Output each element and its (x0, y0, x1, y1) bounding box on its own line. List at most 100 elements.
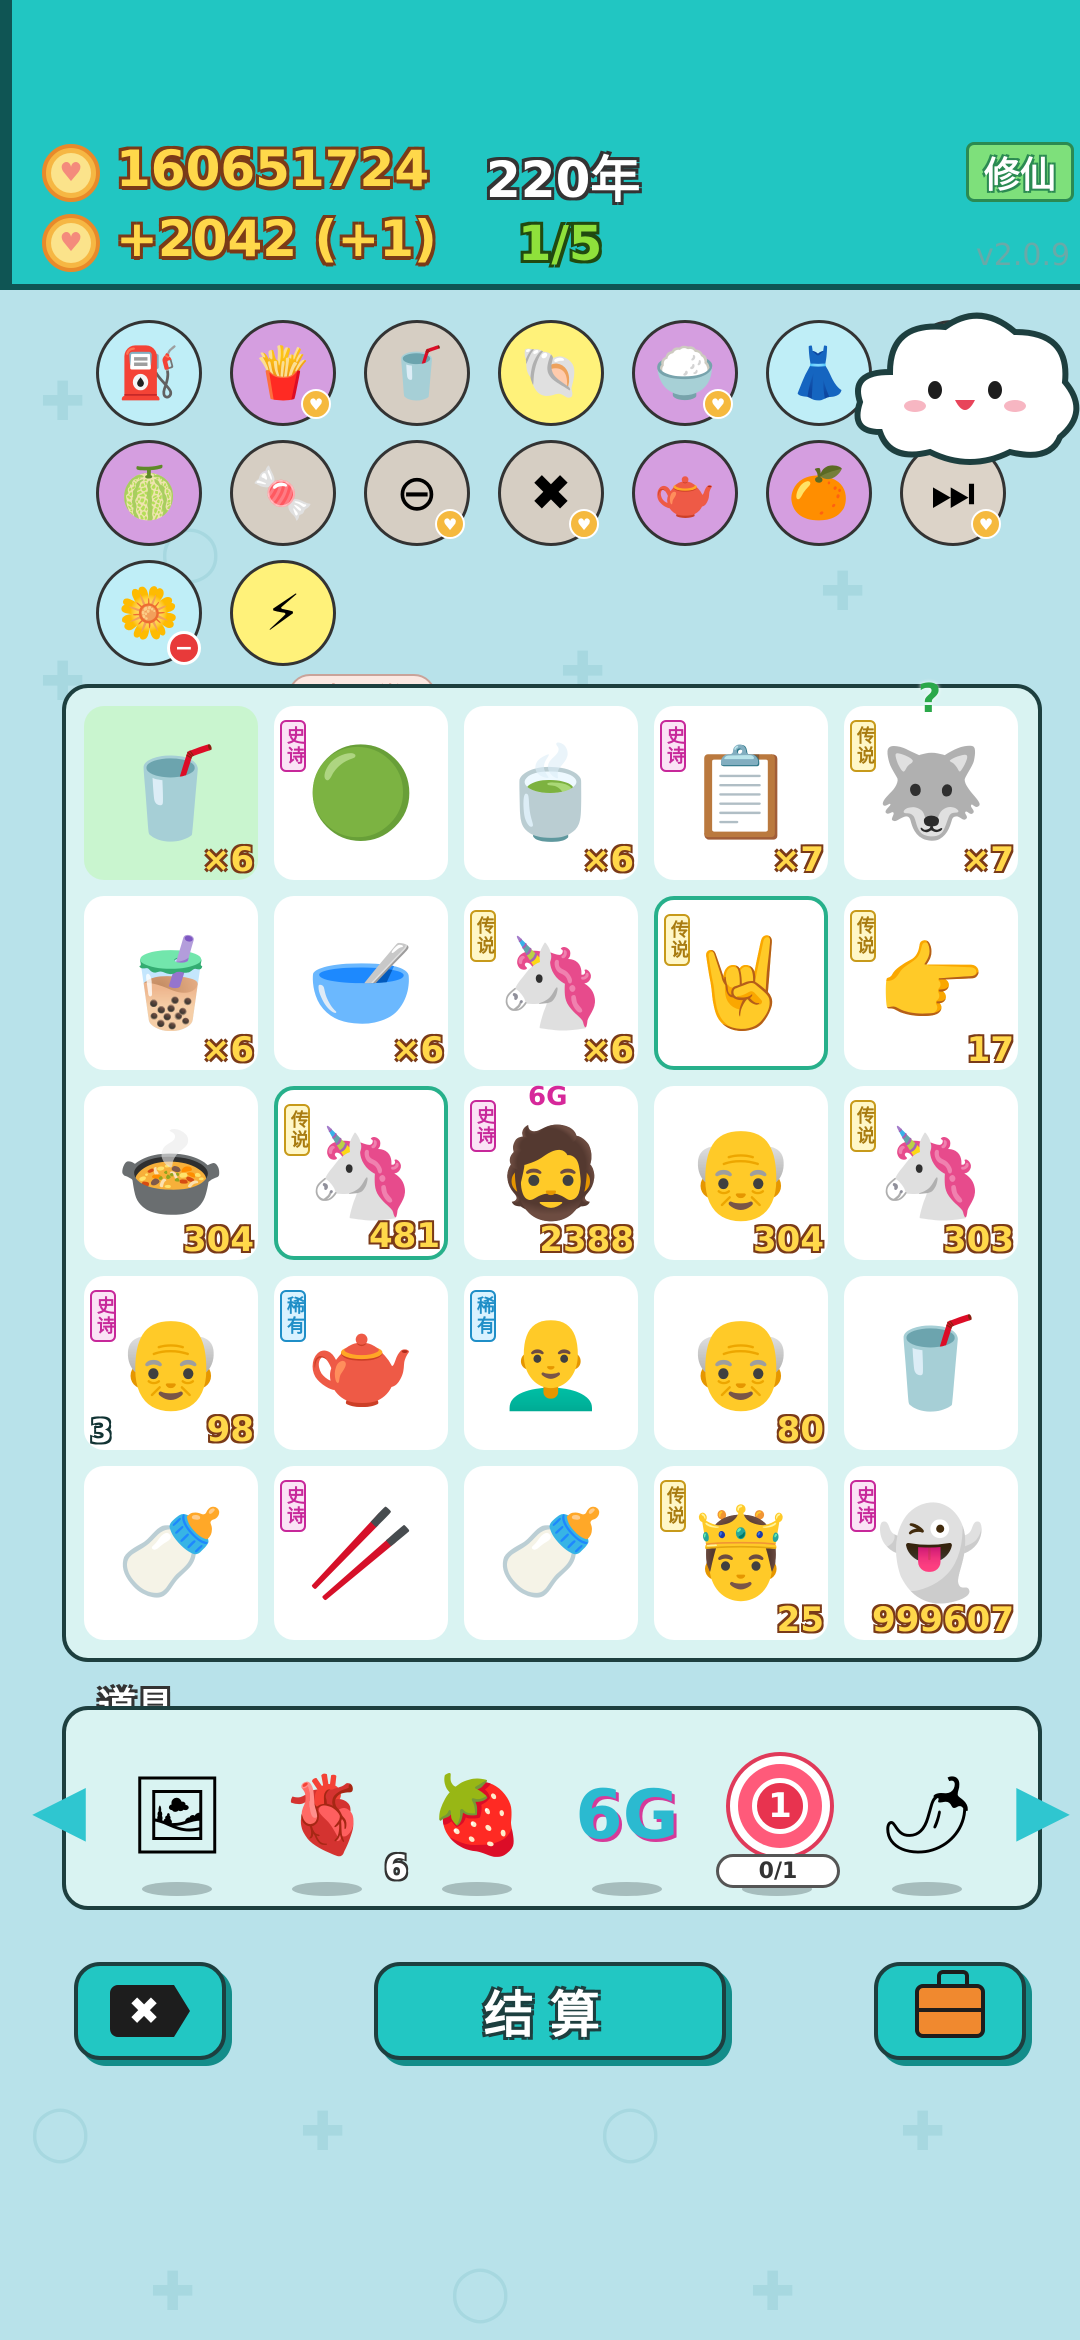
snack-pack-icon[interactable]: 🍬 (230, 440, 336, 546)
strawberry-item[interactable]: 🌶 (872, 1760, 982, 1896)
grid-cell-angry-old-man[interactable]: 👴 史诗 98 3 (84, 1276, 258, 1450)
cancel-button[interactable]: ✖ (74, 1962, 226, 2060)
item-count: 6 (384, 1848, 408, 1888)
xiuxian-button[interactable]: 修仙 (966, 142, 1074, 202)
grid-cell-bearded-man-6g[interactable]: 🧔 史诗 2388 6G (464, 1082, 638, 1260)
sixg-text: 6G (575, 1775, 679, 1855)
items-prev-arrow[interactable]: ◀ (30, 1760, 88, 1858)
heart-badge-icon: ♥ (971, 509, 1001, 539)
6g-item[interactable]: 6G (572, 1760, 682, 1896)
pomelo-icon[interactable]: 🍈 (96, 440, 202, 546)
fries-icon[interactable]: 🍟 ♥ (230, 320, 336, 426)
frame-item[interactable]: 🖼 (122, 1760, 232, 1896)
rarity-tag: 史诗 (280, 1480, 306, 1532)
item-count: ×6 (201, 840, 254, 880)
item-count: 17 (966, 1030, 1014, 1070)
grid-cell-bald-man[interactable]: 👨‍🦲 稀有 (464, 1276, 638, 1450)
grid-cell-ghost[interactable]: 👻 史诗 999607 (844, 1466, 1018, 1640)
grid-cell-unicorn-2[interactable]: 🦄 传说 303 (844, 1086, 1018, 1260)
level-number: 3 (90, 1412, 113, 1450)
grid-cell-empty-bowl[interactable]: 🥣 ×6 (274, 896, 448, 1070)
lychee-item[interactable]: 🍓 (422, 1760, 532, 1896)
milk-tea-large-icon: 🥤 (116, 741, 226, 844)
grid-cell-copy-paste-cards[interactable]: 📋 史诗 ×7 (654, 706, 828, 880)
grid-cell-unicorn[interactable]: 🦄 传说 ×6 (464, 896, 638, 1070)
income-coin-icon: ♥ (42, 214, 100, 272)
pump-icon[interactable]: ⛽ (96, 320, 202, 426)
target-badge[interactable]: 1 (730, 1756, 830, 1856)
settle-label: 结算 (484, 1986, 616, 2044)
bag-button[interactable] (874, 1962, 1026, 2060)
item-count: 481 (369, 1216, 440, 1256)
gravy-boat-icon[interactable]: 🫖 (632, 440, 738, 546)
empty-bowl-icon: 🥣 (306, 931, 416, 1034)
heart-badge-icon: ♥ (703, 389, 733, 419)
grid-cell-teapot[interactable]: 🫖 稀有 (274, 1276, 448, 1450)
grid-cell-green-slime-recycle[interactable]: 🟢 史诗 (274, 706, 448, 880)
tea-bowl-icon: 🍵 (496, 741, 606, 844)
grid-cell-soup-bowl[interactable]: 🍲 304 (84, 1086, 258, 1260)
grid-cell-chopsticks-cup[interactable]: 🥢 史诗 (274, 1466, 448, 1640)
grid-cell-golden-king[interactable]: 🤴 传说 25 (654, 1466, 828, 1640)
item-count: ×7 (771, 840, 824, 880)
rarity-tag: 稀有 (470, 1290, 496, 1342)
old-man-glasses-icon: 👴 (686, 1121, 796, 1224)
item-count: ×7 (961, 840, 1014, 880)
item-shadow (592, 1882, 662, 1896)
grid-cell-milk-bottle[interactable]: 🍼 (84, 1466, 258, 1640)
rarity-tag: 传说 (850, 720, 876, 772)
items-next-arrow[interactable]: ▶ (1014, 1760, 1072, 1858)
item-count: 303 (943, 1220, 1014, 1260)
rarity-tag: 史诗 (280, 720, 306, 772)
angry-old-man-icon: 👴 (116, 1311, 226, 1414)
item-count: ×6 (581, 840, 634, 880)
target-value: 1 (752, 1778, 808, 1834)
cloud-mascot-icon[interactable] (850, 302, 1080, 472)
grid-cell-unicorn-selected[interactable]: 🦄 传说 481 (274, 1086, 448, 1260)
grid-cell-milk-bottle-2[interactable]: 🍼 (464, 1466, 638, 1640)
old-man-2-icon: 👴 (686, 1311, 796, 1414)
bald-man-icon: 👨‍🦲 (496, 1311, 606, 1414)
minus-circle-icon[interactable]: ⊖ ♥ (364, 440, 470, 546)
rarity-tag: 稀有 (280, 1290, 306, 1342)
milk-tea-cup-icon[interactable]: 🥤 (364, 320, 470, 426)
x-tag-icon[interactable]: ✖ ♥ (498, 440, 604, 546)
potted-flower-icon[interactable]: 🌼 − (96, 560, 202, 666)
heart-badge-icon: ♥ (301, 389, 331, 419)
rarity-tag: 史诗 (470, 1100, 496, 1152)
item-count: 25 (776, 1600, 824, 1640)
grid-cell-old-man-2[interactable]: 👴 80 (654, 1276, 828, 1450)
rarity-tag: 传说 (470, 910, 496, 962)
golden-king-icon: 🤴 (686, 1501, 796, 1604)
milk-bottle-2-icon: 🍼 (496, 1501, 606, 1604)
item-shadow (442, 1882, 512, 1896)
grid-cell-milk-tea-cup[interactable]: 🥤 (844, 1276, 1018, 1450)
grid-cell-milk-tea-large[interactable]: 🥤 ×6 (84, 706, 258, 880)
target-progress: 0/1 (716, 1854, 840, 1888)
lightning-icon[interactable]: ⚡ (230, 560, 336, 666)
top-status-bar: ♥ 160651724 ♥ +2042 (+1) 220年 1/5 修仙 v2.… (0, 0, 1080, 290)
husky-king-icon: 🐺 (876, 741, 986, 844)
year-counter: 220年 (486, 151, 641, 209)
grid-cell-tea-bowl[interactable]: 🍵 ×6 (464, 706, 638, 880)
settle-button[interactable]: 结算 (374, 1962, 726, 2060)
item-count: 304 (753, 1220, 824, 1260)
copy-paste-cards-icon: 📋 (686, 741, 796, 844)
item-shadow (292, 1882, 362, 1896)
item-count: 999607 (872, 1600, 1014, 1640)
items-panel: 🖼 🫀 6 🍓 6G 🌶 (62, 1706, 1042, 1910)
bearded-man-6g-icon: 🧔 (496, 1121, 606, 1224)
item-shadow (142, 1882, 212, 1896)
grid-cell-pointing-hand[interactable]: 👉 传说 17 (844, 896, 1018, 1070)
item-shadow (892, 1882, 962, 1896)
grid-cell-milk-tea-small[interactable]: 🧋 ×6 (84, 896, 258, 1070)
item-count: ×6 (581, 1030, 634, 1070)
grid-cell-old-man-glasses[interactable]: 👴 304 (654, 1086, 828, 1260)
rice-bowl-icon[interactable]: 🍚 ♥ (632, 320, 738, 426)
liver-item[interactable]: 🫀 6 (272, 1760, 408, 1896)
close-icon: ✖ (110, 1985, 190, 2037)
shell-icon[interactable]: 🐚 (498, 320, 604, 426)
grid-cell-husky-king[interactable]: 🐺 传说 ×7? (844, 676, 1018, 880)
grid-cell-rock-hand[interactable]: 🤘 传说 (654, 896, 828, 1070)
rarity-tag: 史诗 (850, 1480, 876, 1532)
